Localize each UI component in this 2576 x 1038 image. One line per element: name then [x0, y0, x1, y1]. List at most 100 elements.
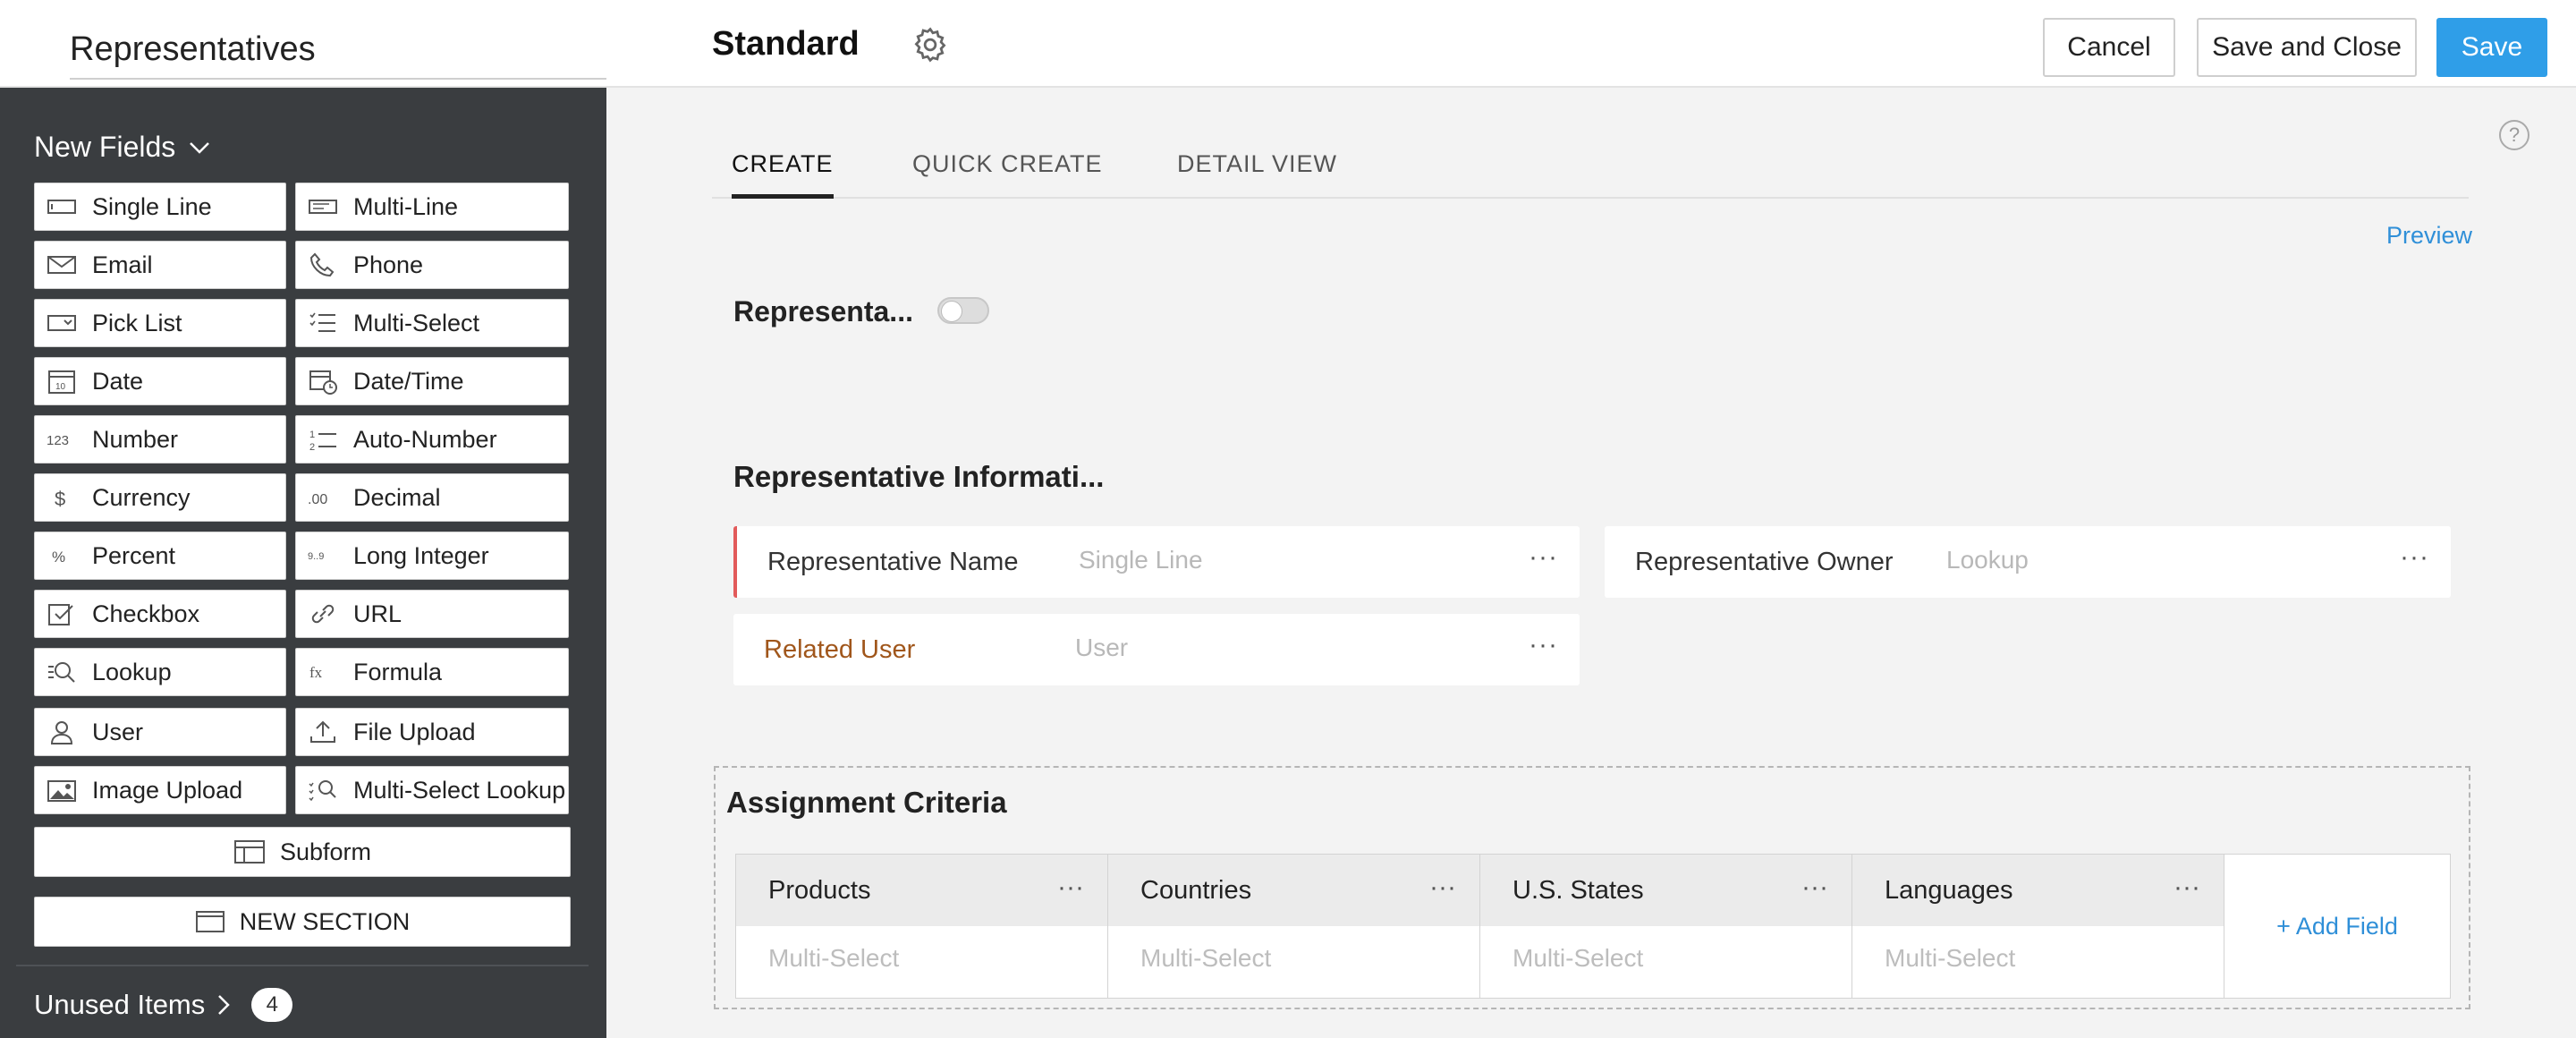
criteria-column-countries[interactable]: Countries ··· Multi-Select [1108, 855, 1480, 998]
field-type-multi-line[interactable]: Multi-Line [295, 183, 569, 231]
new-fields-label: New Fields [34, 131, 176, 163]
unused-items-toggle[interactable]: Unused Items 4 [34, 988, 293, 1022]
field-type-date-time[interactable]: Date/Time [295, 357, 569, 405]
field-type-email[interactable]: Email [34, 241, 286, 289]
field-type-file-upload[interactable]: File Upload [295, 708, 569, 756]
criteria-column-products[interactable]: Products ··· Multi-Select [736, 855, 1108, 998]
new-fields-sidebar: New Fields Single Line Multi-Line Email Pho… [0, 88, 606, 1038]
save-button[interactable]: Save [2436, 18, 2547, 77]
more-options-icon[interactable]: ··· [2174, 872, 2200, 903]
field-type-currency[interactable]: $ Currency [34, 473, 286, 522]
svg-text:2: 2 [309, 442, 315, 453]
new-fields-dropdown[interactable]: New Fields [34, 131, 211, 164]
formula-icon: fx [307, 658, 339, 686]
subform-item[interactable]: Subform [34, 827, 571, 877]
module-name-field[interactable]: Representatives [70, 30, 606, 80]
field-type-number[interactable]: 123 Number [34, 415, 286, 464]
more-options-icon[interactable]: ··· [1057, 872, 1084, 903]
svg-text:9..9: 9..9 [308, 551, 324, 562]
date-icon: 10 [46, 367, 78, 396]
field-type-multi-select[interactable]: Multi-Select [295, 299, 569, 347]
svg-text:10: 10 [55, 382, 66, 392]
field-type-label: Pick List [92, 309, 182, 336]
field-type-percent[interactable]: % Percent [34, 532, 286, 580]
field-type-decimal[interactable]: .00 Decimal [295, 473, 569, 522]
field-type-label: Long Integer [353, 541, 489, 569]
section-title[interactable]: Representative Informati... [733, 460, 1104, 494]
add-field-button[interactable]: + Add Field [2224, 855, 2450, 998]
assignment-criteria-title[interactable]: Assignment Criteria [726, 786, 1007, 820]
chevron-down-icon [190, 141, 210, 154]
field-type-label: User [92, 718, 144, 745]
field-type-lookup[interactable]: Lookup [34, 648, 286, 696]
layout-tabs: CREATE QUICK CREATE DETAIL VIEW [712, 134, 2469, 199]
field-label: Related User [764, 635, 916, 664]
unused-items-label: Unused Items [34, 989, 206, 1020]
field-type-pick-list[interactable]: Pick List [34, 299, 286, 347]
gear-icon[interactable] [911, 25, 950, 64]
save-and-close-button[interactable]: Save and Close [2197, 18, 2417, 77]
column-header: Countries [1140, 875, 1252, 905]
field-type-formula[interactable]: fx Formula [295, 648, 569, 696]
column-type: Multi-Select [1140, 944, 1272, 972]
tab-quick-create[interactable]: QUICK CREATE [912, 150, 1103, 199]
percent-icon: % [46, 541, 78, 570]
help-icon[interactable]: ? [2499, 120, 2529, 150]
field-type-label: Date/Time [353, 367, 464, 395]
field-type-label: Auto-Number [353, 425, 497, 453]
field-type-label: Email [92, 251, 153, 278]
multi-select-icon [307, 309, 339, 337]
cancel-button[interactable]: Cancel [2043, 18, 2175, 77]
field-type-url[interactable]: URL [295, 590, 569, 638]
more-options-icon[interactable]: ··· [1529, 630, 1558, 660]
field-type-auto-number[interactable]: 1 2 Auto-Number [295, 415, 569, 464]
preview-link[interactable]: Preview [2386, 222, 2472, 250]
field-type-label: Phone [353, 251, 424, 278]
more-options-icon[interactable]: ··· [1429, 872, 1456, 903]
svg-text:.00: .00 [308, 492, 327, 507]
svg-text:123: 123 [47, 433, 69, 448]
more-options-icon[interactable]: ··· [2400, 542, 2429, 573]
new-section-item[interactable]: NEW SECTION [34, 897, 571, 947]
field-type-label: Single Line [92, 192, 212, 220]
field-type: Single Line [1079, 546, 1203, 574]
field-type-checkbox[interactable]: Checkbox [34, 590, 286, 638]
criteria-column-us-states[interactable]: U.S. States ··· Multi-Select [1480, 855, 1852, 998]
field-representative-name[interactable]: Representative Name Single Line ··· [733, 526, 1580, 598]
field-related-user[interactable]: Related User User ··· [733, 614, 1580, 685]
long-integer-icon: 9..9 [307, 541, 339, 570]
more-options-icon[interactable]: ··· [1801, 872, 1828, 903]
field-label: Representative Name [767, 548, 1019, 576]
currency-icon: $ [46, 483, 78, 512]
field-type-single-line[interactable]: Single Line [34, 183, 286, 231]
column-type: Multi-Select [1885, 944, 2016, 972]
field-type-multi-select-lookup[interactable]: Multi-Select Lookup [295, 766, 569, 814]
title-toggle[interactable] [937, 297, 989, 324]
field-label: Representative Owner [1635, 548, 1894, 576]
field-type-label: URL [353, 600, 402, 627]
field-type-label: File Upload [353, 718, 476, 745]
more-options-icon[interactable]: ··· [1529, 542, 1558, 573]
section-icon [195, 911, 225, 932]
column-type: Multi-Select [1513, 944, 1644, 972]
tab-create[interactable]: CREATE [732, 150, 834, 199]
field-type: Lookup [1946, 546, 2029, 574]
tab-detail-view[interactable]: DETAIL VIEW [1177, 150, 1337, 199]
user-icon [46, 718, 78, 746]
field-type-label: Formula [353, 658, 443, 685]
chevron-right-icon [218, 995, 231, 1015]
record-title: Representa... [733, 295, 913, 328]
field-type-label: Date [92, 367, 144, 395]
field-type-label: Decimal [353, 483, 441, 511]
layout-name: Standard [712, 25, 860, 63]
field-type-long-integer[interactable]: 9..9 Long Integer [295, 532, 569, 580]
pick-list-icon [46, 309, 78, 337]
field-type-user[interactable]: User [34, 708, 286, 756]
field-type-phone[interactable]: Phone [295, 241, 569, 289]
field-representative-owner[interactable]: Representative Owner Lookup ··· [1605, 526, 2451, 598]
svg-text:%: % [52, 549, 65, 566]
criteria-column-languages[interactable]: Languages ··· Multi-Select [1852, 855, 2224, 998]
field-type-label: Percent [92, 541, 176, 569]
field-type-image-upload[interactable]: Image Upload [34, 766, 286, 814]
field-type-date[interactable]: 10 Date [34, 357, 286, 405]
